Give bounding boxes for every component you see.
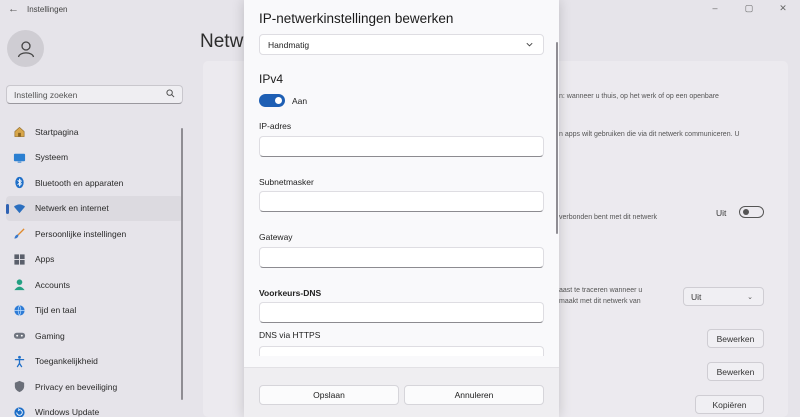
- ip-settings-dialog: IP-netwerkinstellingen bewerken Handmati…: [244, 0, 559, 417]
- bg-description-5: maakt met dit netwerk van: [559, 298, 641, 305]
- sidebar-item-label: Bluetooth en apparaten: [35, 177, 124, 188]
- system-icon: [13, 153, 26, 163]
- sidebar-item-gaming[interactable]: Gaming: [6, 323, 183, 349]
- back-button[interactable]: ←: [8, 3, 19, 15]
- minimize-button[interactable]: –: [698, 0, 732, 16]
- sidebar-item-netwerk[interactable]: Netwerk en internet: [6, 195, 183, 221]
- sidebar-item-label: Toegankelijkheid: [35, 356, 98, 367]
- sidebar-item-privacy[interactable]: Privacy en beveiliging: [6, 374, 183, 400]
- sidebar-item-accounts[interactable]: Accounts: [6, 272, 183, 298]
- ipv4-heading: IPv4: [259, 72, 284, 86]
- search-input[interactable]: Instelling zoeken: [6, 85, 183, 104]
- app-title: Instellingen: [27, 5, 68, 14]
- page-title: Netw: [200, 31, 244, 52]
- dialog-title: IP-netwerkinstellingen bewerken: [259, 11, 454, 26]
- shield-icon: [14, 381, 25, 393]
- sidebar-item-apps[interactable]: Apps: [6, 247, 183, 273]
- ip-address-field[interactable]: [259, 136, 544, 157]
- sidebar-nav: Startpagina Systeem Bluetooth en apparat…: [6, 119, 183, 417]
- sidebar-item-label: Tijd en taal: [35, 305, 77, 316]
- sidebar-item-label: Accounts: [35, 279, 70, 290]
- subnet-label: Subnetmasker: [259, 177, 314, 187]
- sidebar-scrollbar[interactable]: [181, 128, 183, 400]
- bg-select-value: Uit: [691, 292, 702, 302]
- sidebar-item-label: Apps: [35, 254, 55, 265]
- gateway-field[interactable]: [259, 247, 544, 268]
- window-controls: – ▢ ✕: [698, 0, 800, 16]
- sidebar-item-label: Startpagina: [35, 126, 79, 137]
- sidebar-item-startpagina[interactable]: Startpagina: [6, 119, 183, 145]
- bg-toggle-label: Uit: [716, 208, 727, 218]
- bg-description-1: n: wanneer u thuis, op het werk of op ee…: [559, 93, 719, 100]
- preferred-dns-field[interactable]: [259, 302, 544, 323]
- sidebar-item-persoonlijk[interactable]: Persoonlijke instellingen: [6, 221, 183, 247]
- bg-select[interactable]: Uit ⌄: [683, 287, 764, 306]
- sidebar-item-label: Gaming: [35, 330, 65, 341]
- bg-description-4: aast te traceren wanneer u: [559, 287, 643, 294]
- dialog-footer: Opslaan Annuleren: [244, 367, 559, 417]
- copy-button[interactable]: Kopiëren: [695, 395, 764, 414]
- subnet-field[interactable]: [259, 191, 544, 212]
- dns-https-dropdown[interactable]: [259, 346, 544, 356]
- maximize-button[interactable]: ▢: [732, 0, 766, 16]
- edit-button-1[interactable]: Bewerken: [707, 329, 764, 348]
- chevron-down-icon: ⌄: [747, 294, 753, 301]
- ipv4-toggle-label: Aan: [292, 96, 308, 106]
- bluetooth-icon: [15, 177, 24, 189]
- accounts-icon: [14, 279, 25, 291]
- brush-icon: [14, 228, 25, 239]
- sidebar-item-bluetooth[interactable]: Bluetooth en apparaten: [6, 170, 183, 196]
- sidebar-item-label: Windows Update: [35, 407, 100, 417]
- sidebar-item-windows-update[interactable]: Windows Update: [6, 400, 183, 417]
- ipv4-toggle[interactable]: [259, 94, 285, 107]
- home-icon: [14, 127, 25, 138]
- update-icon: [14, 407, 25, 417]
- globe-icon: [14, 304, 25, 316]
- user-icon: [17, 40, 34, 57]
- ip-address-label: IP-adres: [259, 121, 292, 131]
- dns-https-label: DNS via HTTPS: [259, 330, 321, 340]
- cancel-button[interactable]: Annuleren: [404, 385, 544, 405]
- search-icon: [166, 89, 175, 98]
- bg-description-3: verbonden bent met dit netwerk: [559, 214, 658, 221]
- bg-toggle-switch[interactable]: [739, 206, 764, 218]
- close-button[interactable]: ✕: [766, 0, 800, 16]
- preferred-dns-label: Voorkeurs-DNS: [259, 288, 322, 298]
- save-button[interactable]: Opslaan: [259, 385, 399, 405]
- apps-icon: [14, 254, 25, 265]
- sidebar-item-toegankelijkheid[interactable]: Toegankelijkheid: [6, 349, 183, 375]
- avatar[interactable]: [7, 30, 44, 67]
- sidebar-item-systeem[interactable]: Systeem: [6, 145, 183, 171]
- edit-button-2[interactable]: Bewerken: [707, 362, 764, 381]
- accessibility-icon: [14, 355, 25, 368]
- sidebar-item-label: Systeem: [35, 152, 69, 163]
- sidebar-item-label: Netwerk en internet: [35, 203, 109, 214]
- sidebar-item-tijd[interactable]: Tijd en taal: [6, 298, 183, 324]
- sidebar-item-label: Persoonlijke instellingen: [35, 228, 127, 239]
- gateway-label: Gateway: [259, 232, 293, 242]
- wifi-icon: [13, 204, 26, 213]
- ip-mode-value: Handmatig: [268, 40, 310, 50]
- gamepad-icon: [13, 332, 26, 339]
- search-placeholder: Instelling zoeken: [14, 90, 78, 100]
- chevron-down-icon: [526, 42, 533, 47]
- sidebar-item-label: Privacy en beveiliging: [35, 381, 118, 392]
- ip-mode-dropdown[interactable]: Handmatig: [259, 34, 544, 55]
- bg-description-2: n apps wilt gebruiken die via dit netwer…: [559, 131, 740, 138]
- dialog-scrollbar[interactable]: [556, 42, 558, 234]
